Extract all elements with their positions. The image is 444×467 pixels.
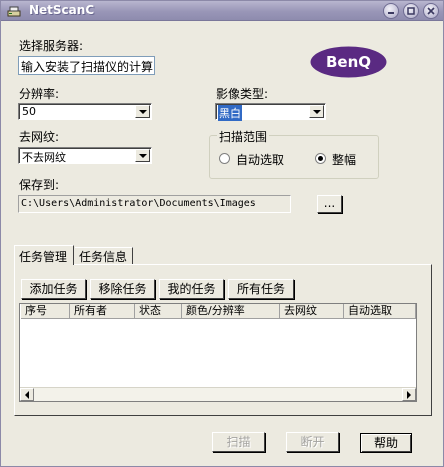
column-header-descreen[interactable]: 去网纹 bbox=[280, 304, 344, 319]
radio-full-page-label: 整幅 bbox=[332, 153, 357, 167]
all-tasks-button[interactable]: 所有任务 bbox=[228, 279, 294, 299]
radio-full-page-circle[interactable] bbox=[315, 153, 326, 164]
server-field[interactable]: 输入安装了扫描仪的计算 bbox=[18, 56, 155, 75]
scanner-app-icon bbox=[7, 4, 21, 18]
image-type-label: 影像类型: bbox=[216, 87, 269, 101]
scroll-left-arrow-icon[interactable] bbox=[20, 388, 34, 401]
save-path-field[interactable]: C:\Users\Administrator\Documents\Images bbox=[18, 195, 291, 213]
column-header-status[interactable]: 状态 bbox=[135, 304, 182, 319]
task-list-header: 序号 所有者 状态 颜色/分辨率 去网纹 自动选取 bbox=[21, 304, 416, 319]
chevron-down-icon[interactable] bbox=[135, 149, 150, 162]
benq-logo: BenQ bbox=[310, 46, 387, 78]
tab-task-info[interactable]: 任务信息 bbox=[75, 247, 133, 264]
help-button[interactable]: 帮助 bbox=[360, 433, 412, 453]
column-header-owner[interactable]: 所有者 bbox=[70, 304, 135, 319]
descreen-label: 去网纹: bbox=[19, 130, 60, 144]
chevron-down-icon[interactable] bbox=[135, 105, 150, 118]
title-bar[interactable]: NetScanC bbox=[1, 1, 443, 21]
maximize-button[interactable] bbox=[403, 3, 419, 19]
close-button[interactable] bbox=[423, 3, 439, 19]
add-task-button[interactable]: 添加任务 bbox=[21, 279, 86, 299]
descreen-value: 不去网纹 bbox=[22, 151, 66, 164]
image-type-dropdown[interactable]: 黑白 bbox=[215, 103, 326, 121]
radio-full-page[interactable]: 整幅 bbox=[315, 151, 375, 167]
resolution-label: 分辨率: bbox=[19, 87, 60, 101]
scroll-right-arrow-icon[interactable] bbox=[402, 388, 416, 401]
image-type-value: 黑白 bbox=[218, 105, 242, 121]
radio-selected-dot bbox=[318, 156, 323, 161]
horizontal-scrollbar[interactable] bbox=[20, 387, 416, 401]
save-to-label: 保存到: bbox=[19, 178, 60, 192]
chevron-down-icon[interactable] bbox=[309, 105, 324, 118]
remove-task-button[interactable]: 移除任务 bbox=[90, 279, 155, 299]
column-header-color-resolution[interactable]: 颜色/分辨率 bbox=[182, 304, 280, 319]
radio-auto-select[interactable]: 自动选取 bbox=[219, 151, 319, 167]
column-header-index[interactable]: 序号 bbox=[21, 304, 70, 319]
minimize-button[interactable] bbox=[383, 3, 399, 19]
radio-auto-select-circle[interactable] bbox=[219, 153, 230, 164]
column-header-auto-select[interactable]: 自动选取 bbox=[344, 304, 416, 319]
window-title: NetScanC bbox=[29, 3, 95, 17]
netscanc-window: NetScanC 选择服务器: 输入安装了扫描仪的计算 BenQ 分辨率: 50… bbox=[0, 0, 444, 467]
benq-logo-text: BenQ bbox=[325, 53, 372, 71]
my-tasks-button[interactable]: 我的任务 bbox=[159, 279, 224, 299]
task-list[interactable]: 序号 所有者 状态 颜色/分辨率 去网纹 自动选取 bbox=[19, 303, 417, 402]
descreen-dropdown[interactable]: 不去网纹 bbox=[18, 147, 152, 164]
resolution-dropdown[interactable]: 50 bbox=[18, 103, 152, 120]
tab-task-management[interactable]: 任务管理 bbox=[14, 245, 74, 265]
disconnect-button[interactable]: 断开 bbox=[286, 432, 339, 452]
scan-button[interactable]: 扫描 bbox=[212, 432, 265, 452]
browse-button[interactable]: ... bbox=[317, 195, 342, 213]
resolution-value: 50 bbox=[22, 105, 36, 118]
scan-area-title: 扫描范围 bbox=[217, 128, 270, 145]
server-label: 选择服务器: bbox=[19, 39, 84, 53]
radio-auto-select-label: 自动选取 bbox=[236, 153, 285, 167]
